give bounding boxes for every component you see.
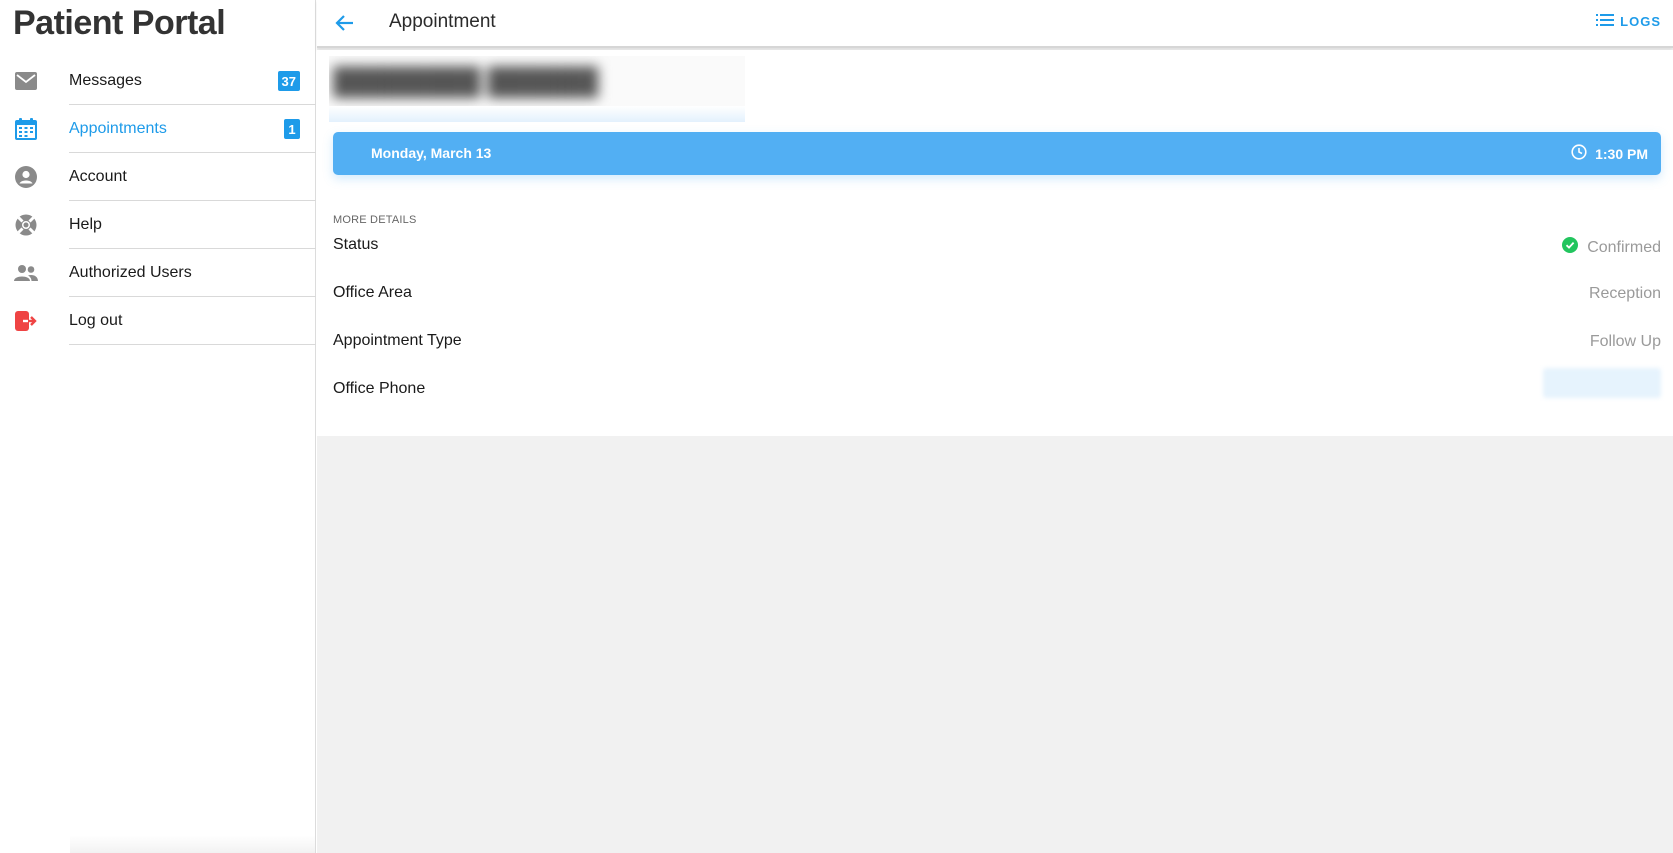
people-icon (14, 261, 38, 285)
sidebar-item-authorized-users[interactable]: Authorized Users (0, 249, 316, 297)
section-label: MORE DETAILS (333, 214, 417, 226)
page-title: Appointment (389, 11, 496, 32)
back-arrow-icon[interactable] (333, 11, 357, 35)
provider-info-redacted: ████████ ██████ (329, 56, 745, 122)
detail-key: Office Area (333, 284, 412, 301)
detail-value: Follow Up (1589, 333, 1661, 350)
detail-row-appointment-type: Appointment Type Follow Up (333, 332, 1661, 380)
main-panel: Appointment LOGS ████████ ██████ Monday,… (317, 0, 1673, 853)
check-circle-icon (1562, 237, 1579, 258)
detail-key: Status (333, 236, 379, 253)
sidebar-item-help[interactable]: Help (0, 201, 316, 249)
appointments-count-badge: 1 (284, 119, 300, 139)
sidebar-item-account[interactable]: Account (0, 153, 316, 201)
appointment-time: 1:30 PM (1595, 145, 1648, 162)
sidebar-item-label: Appointments (69, 120, 167, 137)
sidebar: Patient Portal Messages 37 Appointments … (0, 0, 316, 853)
sidebar-bottom-shadow (70, 835, 315, 853)
calendar-icon (14, 117, 38, 141)
lifebuoy-icon (14, 213, 38, 237)
appointment-date: Monday, March 13 (371, 145, 492, 161)
sidebar-item-label: Messages (69, 72, 142, 89)
detail-row-status: Status Confirmed (333, 236, 1661, 284)
sidebar-item-label: Authorized Users (69, 264, 192, 281)
logout-icon (14, 309, 38, 333)
sidebar-item-logout[interactable]: Log out (0, 297, 316, 345)
clock-icon (1571, 144, 1587, 163)
detail-value: Confirmed (1562, 237, 1661, 258)
detail-row-office-area: Office Area Reception (333, 284, 1661, 332)
divider (69, 344, 316, 345)
provider-name-blurred: ████████ ██████ (333, 66, 599, 96)
sidebar-item-appointments[interactable]: Appointments 1 (0, 105, 316, 153)
list-icon (1596, 13, 1615, 30)
logs-button[interactable]: LOGS (1596, 13, 1661, 30)
provider-subtitle-blurred (329, 106, 745, 122)
detail-key: Office Phone (333, 380, 426, 397)
sidebar-item-messages[interactable]: Messages 37 (0, 57, 316, 105)
top-bar: Appointment LOGS (317, 0, 1673, 48)
appointment-details: ████████ ██████ Monday, March 13 1:30 PM… (317, 50, 1673, 436)
sidebar-item-label: Log out (69, 312, 123, 329)
envelope-icon (14, 69, 38, 93)
account-circle-icon (14, 165, 38, 189)
appointment-datetime-bar: Monday, March 13 1:30 PM (333, 132, 1661, 175)
logs-label: LOGS (1620, 14, 1661, 29)
sidebar-item-label: Account (69, 168, 127, 185)
detail-value: Reception (1588, 285, 1661, 302)
status-value: Confirmed (1587, 238, 1661, 256)
detail-row-office-phone: Office Phone (333, 368, 1661, 428)
unread-count-badge: 37 (277, 71, 300, 91)
sidebar-nav: Messages 37 Appointments 1 Account Help … (0, 57, 316, 345)
app-root: Patient Portal Messages 37 Appointments … (0, 0, 1673, 853)
brand-title: Patient Portal (13, 4, 226, 42)
detail-key: Appointment Type (333, 332, 462, 349)
office-phone-redacted[interactable] (1543, 368, 1661, 398)
appointment-time-group: 1:30 PM (1571, 144, 1648, 163)
sidebar-item-label: Help (69, 216, 102, 233)
